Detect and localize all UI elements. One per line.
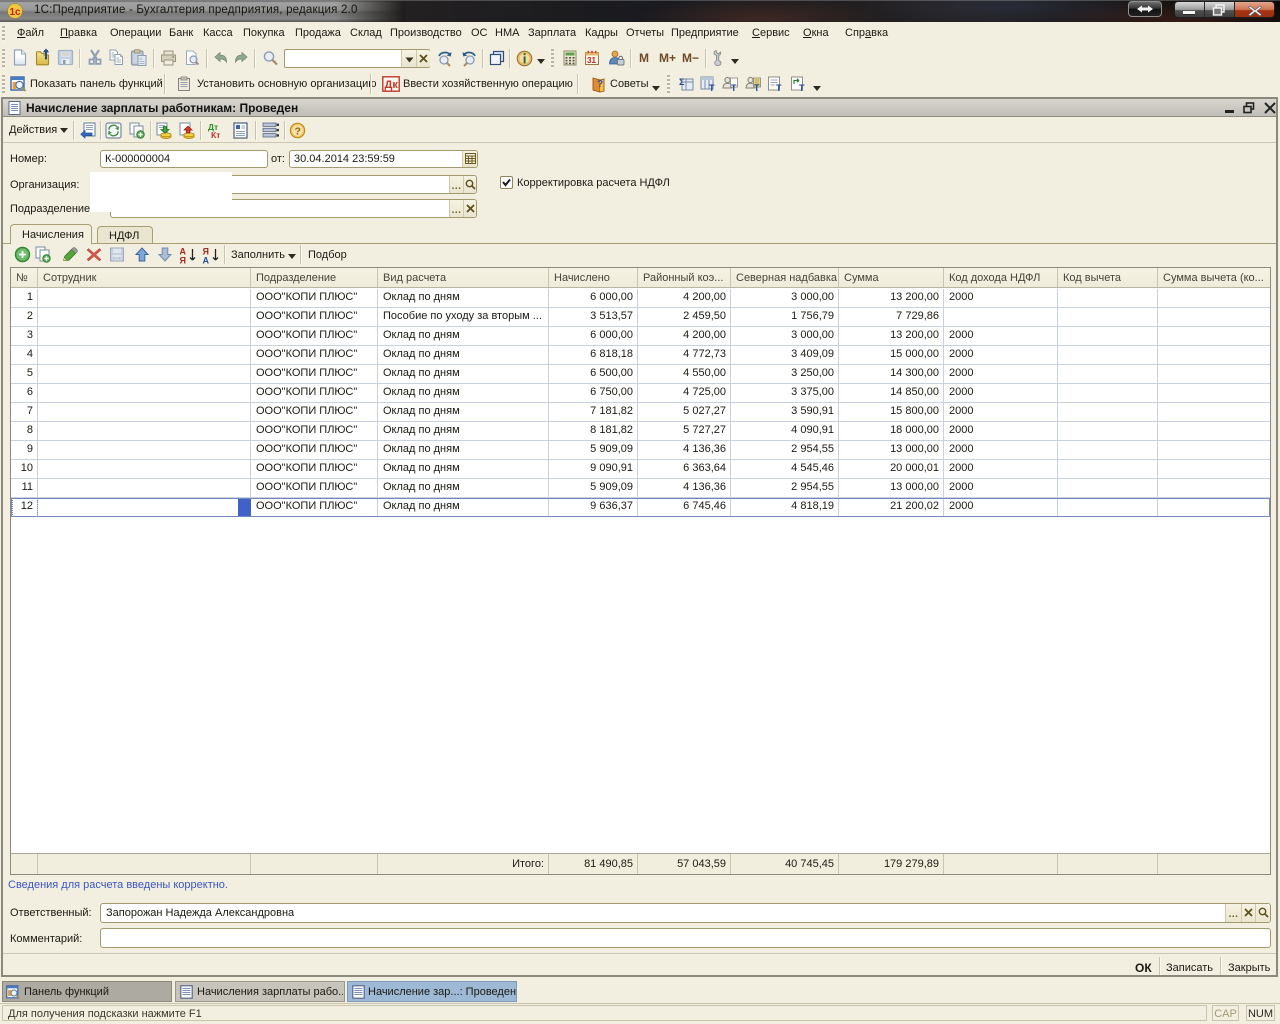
svg-text:Я: Я xyxy=(180,256,186,265)
svg-text:А: А xyxy=(203,256,210,265)
svg-text:T: T xyxy=(731,83,737,92)
svg-text:Кт: Кт xyxy=(211,130,220,139)
svg-text:T: T xyxy=(776,83,782,92)
svg-text:31: 31 xyxy=(587,56,596,65)
svg-text:1с: 1с xyxy=(10,7,22,18)
svg-text:?: ? xyxy=(295,126,301,138)
svg-text:?: ? xyxy=(597,79,603,90)
svg-text:Σ: Σ xyxy=(679,77,685,87)
svg-text:ЕОК: ЕОК xyxy=(113,256,122,261)
svg-text:T: T xyxy=(754,83,760,92)
svg-text:Дк: Дк xyxy=(385,79,399,91)
svg-text:T: T xyxy=(709,83,715,92)
svg-text:T: T xyxy=(799,83,805,92)
